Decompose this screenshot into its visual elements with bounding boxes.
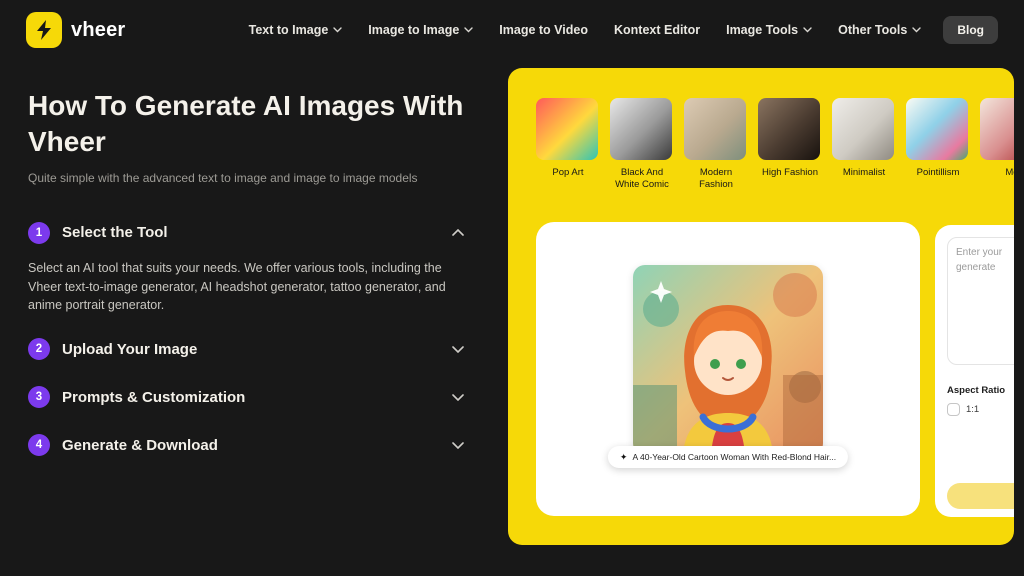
accordion-step-1: 1 Select the Tool Select an AI tool that…	[28, 209, 480, 325]
image-caption-text: A 40-Year-Old Cartoon Woman With Red-Blo…	[632, 452, 836, 462]
nav-item-image-to-video[interactable]: Image to Video	[499, 23, 588, 37]
step-number-badge: 2	[28, 338, 50, 360]
page-title: How To Generate AI Images With Vheer	[28, 88, 480, 161]
nav-item-kontext-editor[interactable]: Kontext Editor	[614, 23, 700, 37]
style-thumbnail-label: High Fashion	[758, 167, 822, 179]
step-number-badge: 1	[28, 222, 50, 244]
step-title: Select the Tool	[62, 224, 440, 241]
nav-label: Image to Video	[499, 23, 588, 37]
nav-item-other-tools[interactable]: Other Tools	[838, 23, 921, 37]
chevron-down-icon	[912, 27, 921, 33]
style-thumbnail-label: Pointillism	[906, 167, 970, 179]
style-thumbnail-modern-fashion[interactable]: Modern Fashion	[684, 98, 748, 191]
step-number-badge: 4	[28, 434, 50, 456]
page-subtitle: Quite simple with the advanced text to i…	[28, 171, 480, 185]
chevron-up-icon	[452, 229, 464, 236]
aspect-ratio-value: 1:1	[966, 404, 979, 415]
style-thumbnail-image	[980, 98, 1014, 160]
preview-panel: Pop Art Black And White Comic Modern Fas…	[508, 68, 1014, 545]
style-thumbnail-image	[536, 98, 598, 160]
step-title: Upload Your Image	[62, 341, 440, 358]
accordion-step-4: 4 Generate & Download	[28, 421, 480, 469]
accordion-step-1-header[interactable]: 1 Select the Tool	[28, 209, 464, 257]
style-thumbnail-label: Minimalist	[832, 167, 896, 179]
step-title: Generate & Download	[62, 437, 440, 454]
style-thumbnail-image	[610, 98, 672, 160]
accordion-step-2: 2 Upload Your Image	[28, 325, 480, 373]
style-thumbnail-row: Pop Art Black And White Comic Modern Fas…	[536, 98, 1014, 191]
style-thumbnail-label: Mo	[980, 167, 1014, 179]
ratio-checkbox-icon	[947, 403, 960, 416]
style-thumbnail-image	[684, 98, 746, 160]
accordion-step-3-header[interactable]: 3 Prompts & Customization	[28, 373, 464, 421]
nav-label: Image Tools	[726, 23, 798, 37]
style-thumbnail-pop-art[interactable]: Pop Art	[536, 98, 600, 191]
nav-label: Kontext Editor	[614, 23, 700, 37]
aspect-ratio-label: Aspect Ratio	[947, 385, 1005, 396]
style-thumbnail-label: Black And White Comic	[610, 167, 674, 191]
logo-text: vheer	[71, 19, 125, 42]
nav-label: Text to Image	[249, 23, 329, 37]
blog-button[interactable]: Blog	[943, 16, 998, 44]
style-thumbnail-pointillism[interactable]: Pointillism	[906, 98, 970, 191]
step-body-text: Select an AI tool that suits your needs.…	[28, 257, 468, 325]
prompt-placeholder-line2: generate	[956, 262, 995, 273]
generation-canvas-card: ✦ A 40-Year-Old Cartoon Woman With Red-B…	[536, 222, 920, 516]
prompt-panel: Enter your generate Aspect Ratio 1:1	[935, 225, 1014, 517]
generate-button[interactable]	[947, 483, 1014, 509]
style-thumbnail-image	[832, 98, 894, 160]
nav-label: Image to Image	[368, 23, 459, 37]
hero-section: How To Generate AI Images With Vheer Qui…	[28, 88, 480, 469]
style-thumbnail-high-fashion[interactable]: High Fashion	[758, 98, 822, 191]
prompt-placeholder-line1: Enter your	[956, 247, 1002, 258]
chevron-down-icon	[803, 27, 812, 33]
main-nav: Text to Image Image to Image Image to Vi…	[249, 23, 922, 37]
steps-accordion: 1 Select the Tool Select an AI tool that…	[28, 209, 480, 469]
style-thumbnail-minimalist[interactable]: Minimalist	[832, 98, 896, 191]
nav-label: Other Tools	[838, 23, 907, 37]
step-title: Prompts & Customization	[62, 389, 440, 406]
style-thumbnail-label: Modern Fashion	[684, 167, 748, 191]
chevron-down-icon	[452, 346, 464, 353]
logo[interactable]: vheer	[26, 12, 125, 48]
nav-item-text-to-image[interactable]: Text to Image	[249, 23, 343, 37]
logo-bolt-icon	[26, 12, 62, 48]
chevron-down-icon	[333, 27, 342, 33]
chevron-down-icon	[452, 442, 464, 449]
chevron-down-icon	[452, 394, 464, 401]
accordion-step-3: 3 Prompts & Customization	[28, 373, 480, 421]
accordion-step-4-header[interactable]: 4 Generate & Download	[28, 421, 464, 469]
prompt-input[interactable]: Enter your generate	[947, 237, 1014, 365]
chevron-down-icon	[464, 27, 473, 33]
nav-item-image-tools[interactable]: Image Tools	[726, 23, 812, 37]
style-thumbnail-black-and-white-comic[interactable]: Black And White Comic	[610, 98, 674, 191]
sparkle-icon: ✦	[620, 452, 628, 463]
style-thumbnail-clipped[interactable]: Mo	[980, 98, 1014, 191]
aspect-ratio-option-1-1[interactable]: 1:1	[947, 403, 979, 416]
header: vheer Text to Image Image to Image Image…	[0, 0, 1024, 60]
style-thumbnail-image	[906, 98, 968, 160]
step-number-badge: 3	[28, 386, 50, 408]
image-caption-pill: ✦ A 40-Year-Old Cartoon Woman With Red-B…	[608, 446, 848, 468]
style-thumbnail-image	[758, 98, 820, 160]
accordion-step-2-header[interactable]: 2 Upload Your Image	[28, 325, 464, 373]
generated-image	[633, 265, 823, 455]
style-thumbnail-label: Pop Art	[536, 167, 600, 179]
nav-item-image-to-image[interactable]: Image to Image	[368, 23, 473, 37]
